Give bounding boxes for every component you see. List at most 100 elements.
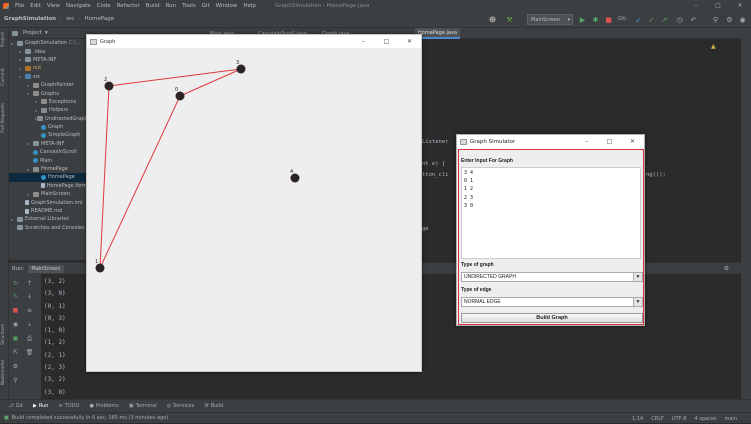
tree-item[interactable]: ▸ External Libraries (9, 215, 87, 223)
rerun-icon[interactable]: ↻ (12, 280, 19, 287)
plugin-icon[interactable]: ◉ (738, 15, 747, 24)
line-separator[interactable]: CRLF (651, 416, 664, 422)
breadcrumb-src[interactable]: src (66, 16, 74, 22)
tool-project[interactable]: Project (1, 32, 6, 47)
scroll-to-end-icon[interactable]: ⇣ (26, 321, 33, 328)
stop-icon[interactable]: ■ (604, 15, 613, 24)
rollback-icon[interactable]: ↶ (689, 15, 698, 24)
search-icon[interactable]: ⚲ (711, 15, 720, 24)
pin-icon[interactable]: ⚲ (12, 377, 19, 384)
history-icon[interactable]: ◷ (675, 15, 684, 24)
caret-position[interactable]: 1:14 (632, 416, 643, 422)
settings-icon[interactable]: ⚙ (725, 15, 734, 24)
run-configuration-select[interactable]: MainScreen ▾ (527, 14, 573, 25)
minimize-icon[interactable]: – (352, 35, 375, 48)
tree-item[interactable]: GraphSimulation.iml (9, 198, 87, 206)
menu-run[interactable]: Run (166, 3, 177, 9)
console-output[interactable]: (3, 2) (3, 0) (0, 1) (0, 3) (1, 0) (1, 2) (2, … (44, 276, 66, 399)
soft-wrap-icon[interactable]: ≡ (26, 307, 33, 314)
print-icon[interactable]: ⎙ (26, 335, 33, 342)
tool-commit[interactable]: Commit (1, 68, 6, 86)
tool-pull-requests[interactable]: Pull Requests (1, 103, 6, 133)
menu-git[interactable]: Git (202, 3, 210, 9)
run-tab-mainscreen[interactable]: MainScreen (28, 264, 64, 273)
stop-icon[interactable]: ■ (12, 307, 19, 314)
tree-item[interactable]: ▾ GraphSimulation C:\... (9, 39, 87, 47)
graph-window-titlebar[interactable]: Graph – □ ✕ (87, 35, 421, 48)
run-icon[interactable]: ▶ (578, 15, 587, 24)
tree-item[interactable]: ▸ GraphPainter (9, 81, 87, 89)
trash-icon[interactable]: 🗑 (26, 349, 34, 356)
tree-item[interactable]: SimpleGraph (9, 131, 87, 139)
settings-icon[interactable]: ⚙ (724, 265, 729, 272)
menu-file[interactable]: File (15, 3, 24, 9)
tree-item[interactable]: ▾ src (9, 73, 87, 81)
tree-item[interactable]: ▸ META-INF (9, 56, 87, 64)
menu-refactor[interactable]: Refactor (117, 3, 140, 9)
debug-icon[interactable]: ✱ (591, 15, 600, 24)
restore-layout-icon[interactable]: ▣ (12, 335, 19, 342)
bottom-tab-services[interactable]: ◎ Services (167, 403, 194, 409)
bottom-tab-terminal[interactable]: ▣ Terminal (129, 403, 157, 409)
tree-item[interactable]: Main (9, 156, 87, 164)
menu-code[interactable]: Code (97, 3, 111, 9)
git-branch[interactable]: main (725, 416, 738, 422)
tree-item[interactable]: Graph (9, 123, 87, 131)
tree-item[interactable]: ▾ HomePage (9, 165, 87, 173)
tree-item[interactable]: Scratches and Consoles (9, 224, 87, 232)
chevron-down-icon[interactable]: ▾ (45, 30, 48, 36)
hammer-icon[interactable]: ⚒ (505, 15, 514, 24)
maximize-icon[interactable]: □ (375, 35, 398, 48)
tree-item[interactable]: ▸ Helpers (9, 106, 87, 114)
git-commit-icon[interactable]: ✓ (647, 15, 656, 24)
graph-type-select[interactable]: UNDIRECTED GRAPH ▼ (461, 272, 643, 282)
tree-item[interactable]: CanvasInScroll (9, 148, 87, 156)
tree-item[interactable]: ▾ Graphs (9, 89, 87, 97)
menu-help[interactable]: Help (243, 3, 256, 9)
bottom-tab-todo[interactable]: ≡ TODO (58, 403, 79, 409)
tree-item[interactable]: HomePage.form (9, 182, 87, 190)
edge-type-select[interactable]: NORMAL EDGE ▼ (461, 297, 643, 307)
arrow-down-icon[interactable]: ↓ (26, 293, 33, 300)
tree-item[interactable]: ▸ MainScreen (9, 190, 87, 198)
menu-edit[interactable]: Edit (30, 3, 41, 9)
modify-run-icon[interactable]: ✎ (12, 293, 19, 300)
camera-icon[interactable]: ◉ (12, 321, 19, 328)
project-panel-title[interactable]: Project (23, 30, 42, 36)
close-icon[interactable]: ✕ (621, 135, 644, 148)
tree-item[interactable]: ▸ Exceptions (9, 98, 87, 106)
bottom-tab-build[interactable]: ⚒ Build (204, 403, 223, 409)
settings-icon[interactable]: ⚙ (12, 363, 19, 370)
status-message[interactable]: Build completed successfully in 6 sec, 1… (12, 415, 169, 421)
user-icon[interactable]: ☻ (488, 15, 497, 24)
bottom-tab-problems[interactable]: ● Problems (89, 403, 118, 409)
bottom-tab-git[interactable]: ⎇ Git (8, 403, 23, 409)
graph-input-textarea[interactable]: 3 4 0 1 1 2 2 3 3 0 (461, 167, 641, 259)
arrow-up-icon[interactable]: ↑ (26, 280, 33, 287)
maximize-icon[interactable]: □ (598, 135, 621, 148)
file-encoding[interactable]: UTF-8 (672, 416, 687, 422)
git-update-icon[interactable]: ↙ (634, 15, 643, 24)
breadcrumb-project[interactable]: GraphSimulation (4, 16, 56, 22)
close-icon[interactable]: ✕ (729, 0, 751, 11)
exit-icon[interactable]: ⇱ (12, 349, 19, 356)
menu-window[interactable]: Window (216, 3, 238, 9)
menu-tools[interactable]: Tools (182, 3, 196, 9)
menu-build[interactable]: Build (146, 3, 160, 9)
tree-item[interactable]: ▸ .idea (9, 47, 87, 55)
simulator-titlebar[interactable]: Graph Simulator – □ ✕ (457, 135, 644, 149)
minimize-icon[interactable]: – (685, 0, 707, 11)
close-icon[interactable]: ✕ (398, 35, 421, 48)
warning-icon[interactable]: ▲ (711, 43, 716, 50)
tree-item[interactable]: ▸ out (9, 64, 87, 72)
breadcrumb-file[interactable]: HomePage (85, 16, 115, 22)
bottom-tab-run[interactable]: ▶ Run (33, 403, 48, 409)
git-push-icon[interactable]: ↗ (660, 15, 669, 24)
menu-navigate[interactable]: Navigate (66, 3, 91, 9)
build-graph-button[interactable]: Build Graph (461, 313, 643, 323)
maximize-icon[interactable]: □ (707, 0, 729, 11)
indent-setting[interactable]: 4 spaces (694, 416, 716, 422)
minimize-icon[interactable]: – (575, 135, 598, 148)
tree-item[interactable]: README.md (9, 207, 87, 215)
tree-item[interactable]: ▸ META-INF (9, 140, 87, 148)
